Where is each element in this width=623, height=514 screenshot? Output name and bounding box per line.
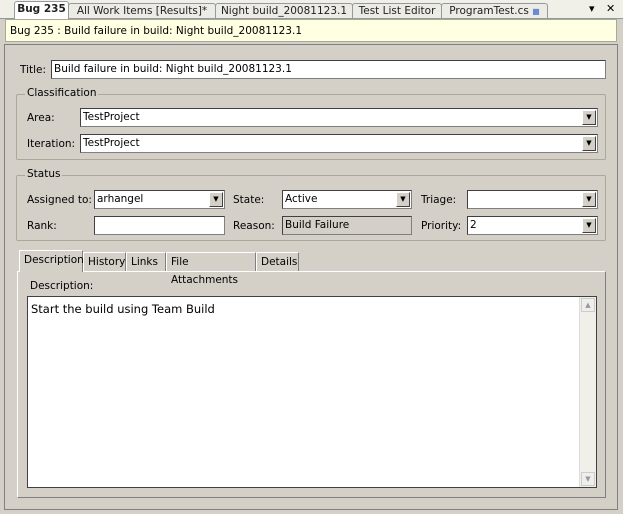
state-combo[interactable]: Active ▼: [282, 190, 412, 209]
tab-links[interactable]: Links: [126, 252, 166, 271]
assigned-to-value: arhangel: [97, 193, 144, 205]
iteration-combo[interactable]: TestProject ▼: [80, 134, 598, 153]
status-title: Status: [25, 168, 63, 180]
window-menu-icon[interactable]: ▾: [589, 2, 595, 15]
scroll-up-icon[interactable]: ▲: [581, 298, 595, 312]
tab-bug-235[interactable]: Bug 235: [14, 1, 69, 19]
iteration-value: TestProject: [83, 137, 140, 149]
tab-test-list-editor[interactable]: Test List Editor: [352, 3, 442, 18]
tab-label: ProgramTest.cs: [449, 5, 529, 17]
scroll-down-icon[interactable]: ▼: [581, 472, 595, 486]
rank-input[interactable]: [94, 216, 225, 235]
iteration-label: Iteration:: [27, 138, 76, 150]
reason-field: Build Failure: [282, 216, 412, 235]
chevron-down-icon[interactable]: ▼: [209, 192, 223, 207]
chevron-down-icon[interactable]: ▼: [582, 218, 596, 233]
description-text: Start the build using Team Build: [31, 302, 215, 316]
description-textarea[interactable]: Start the build using Team Build ▲ ▼: [27, 296, 597, 488]
close-icon[interactable]: ✕: [606, 2, 615, 15]
chevron-down-icon[interactable]: ▼: [396, 192, 410, 207]
tab-history[interactable]: History: [83, 252, 126, 271]
state-label: State:: [233, 194, 265, 206]
lock-icon: ■: [532, 7, 540, 16]
tab-details[interactable]: Details: [256, 252, 299, 271]
priority-combo[interactable]: 2 ▼: [467, 216, 598, 235]
rank-label: Rank:: [27, 220, 57, 232]
title-input[interactable]: Build failure in build: Night build_2008…: [51, 60, 606, 79]
triage-combo[interactable]: ▼: [467, 190, 598, 209]
chevron-down-icon[interactable]: ▼: [582, 136, 596, 151]
reason-label: Reason:: [233, 220, 275, 232]
chevron-down-icon[interactable]: ▼: [582, 110, 596, 125]
triage-label: Triage:: [421, 194, 457, 206]
tab-all-work-items[interactable]: All Work Items [Results]*: [68, 3, 216, 18]
tab-program-test[interactable]: ProgramTest.cs ■: [441, 3, 548, 18]
title-label: Title:: [20, 64, 47, 76]
assigned-to-label: Assigned to:: [27, 194, 92, 206]
priority-value: 2: [470, 219, 477, 231]
priority-label: Priority:: [421, 220, 462, 232]
tab-description[interactable]: Description: [19, 250, 84, 272]
work-item-header: Bug 235 : Build failure in build: Night …: [5, 19, 617, 42]
document-tab-strip: Bug 235 All Work Items [Results]* Night …: [0, 0, 623, 19]
description-label: Description:: [30, 280, 94, 292]
state-value: Active: [285, 193, 318, 205]
scrollbar[interactable]: ▲ ▼: [579, 297, 596, 487]
chevron-down-icon[interactable]: ▼: [582, 192, 596, 207]
area-value: TestProject: [83, 111, 140, 123]
assigned-to-combo[interactable]: arhangel ▼: [94, 190, 225, 209]
tab-night-build[interactable]: Night build_20081123.1: [215, 3, 353, 18]
area-combo[interactable]: TestProject ▼: [80, 108, 598, 127]
area-label: Area:: [27, 112, 55, 124]
classification-title: Classification: [25, 87, 99, 99]
tab-file-attachments[interactable]: File Attachments: [166, 252, 256, 286]
